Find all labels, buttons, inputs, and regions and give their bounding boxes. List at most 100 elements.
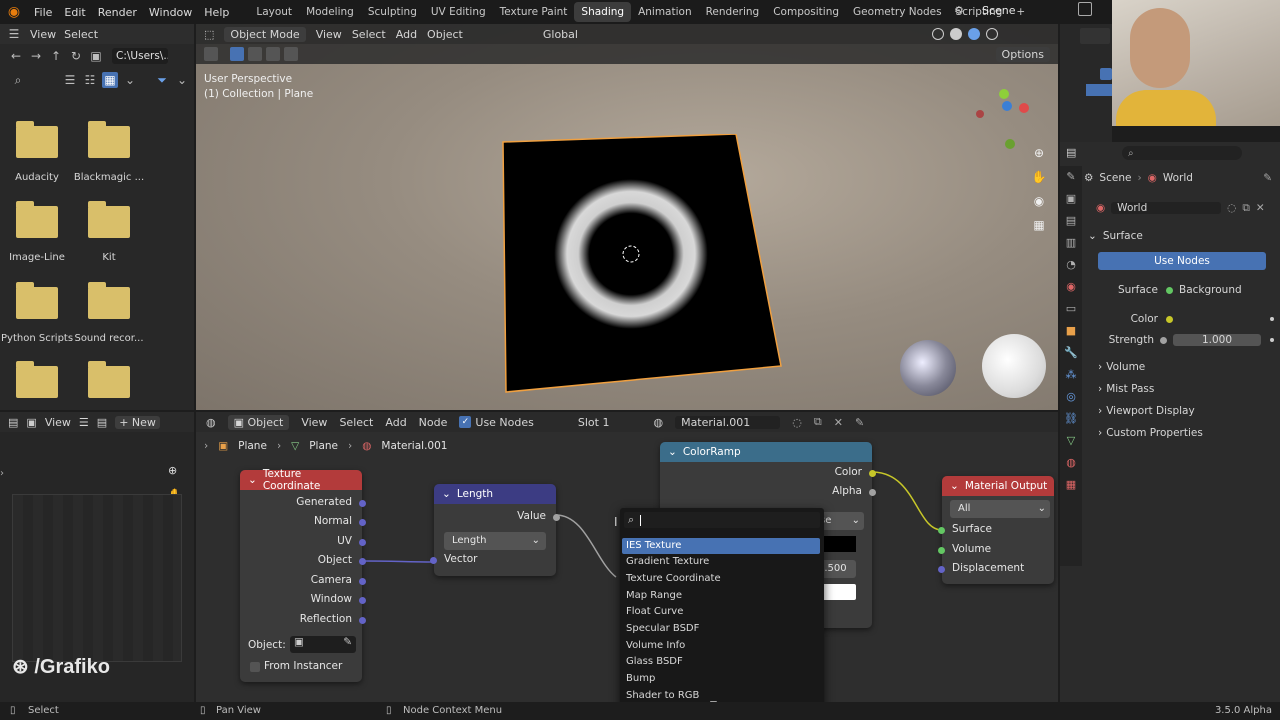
volume-panel-header[interactable]: › Volume (1084, 357, 1280, 377)
chevron-down-icon[interactable]: ⌄ (248, 474, 257, 486)
menu-file[interactable]: File (28, 6, 58, 19)
collection-tab-icon[interactable]: ▭ (1060, 298, 1082, 320)
outliner-selected-row[interactable] (1086, 84, 1112, 96)
3d-viewport[interactable]: ⬚ Object Mode View Select Add Object Glo… (196, 24, 1058, 410)
keyframe-dot-icon[interactable] (1270, 338, 1274, 342)
navigation-gizmo[interactable] (974, 80, 1034, 160)
search-result-gradient-texture[interactable]: Gradient Texture (622, 554, 820, 570)
socket-value[interactable] (553, 514, 560, 521)
color-socket-icon[interactable] (1166, 315, 1173, 323)
menu-render[interactable]: Render (92, 6, 143, 19)
zoom-icon[interactable]: ⊕ (168, 464, 177, 477)
folder-item[interactable]: Python Scripts (1, 282, 73, 344)
search-result-volume-info[interactable]: Volume Info (622, 638, 820, 654)
camera-view-icon[interactable]: ◉ (1030, 192, 1048, 210)
rendered-shading-icon[interactable] (986, 28, 998, 40)
search-input[interactable]: ⌕ (624, 512, 820, 528)
image-editor-icon[interactable]: ▣ (26, 416, 36, 429)
new-folder-icon[interactable]: ▣ (88, 48, 104, 64)
search-result-map-range[interactable]: Map Range (622, 588, 820, 604)
use-nodes-button[interactable]: Use Nodes (1098, 252, 1266, 270)
blender-logo-icon[interactable]: ◉ (0, 4, 28, 20)
custom-properties-panel-header[interactable]: › Custom Properties (1084, 423, 1280, 443)
constraints-tab-icon[interactable]: ⛓ (1060, 408, 1082, 430)
socket-window[interactable] (359, 597, 366, 604)
detail-view-icon[interactable]: ☷ (82, 72, 98, 88)
sort-icon[interactable]: ⌄ (122, 72, 138, 88)
socket-uv[interactable] (359, 539, 366, 546)
node-search-popup[interactable]: ⌕ IES Texture Gradient Texture Texture C… (620, 508, 824, 712)
scene-tab-icon[interactable]: ◔ (1060, 254, 1082, 276)
socket-vector[interactable] (430, 557, 437, 564)
fb-menu-view[interactable]: View (30, 28, 56, 41)
search-result-specular-bsdf[interactable]: Specular BSDF (622, 621, 820, 637)
view-layer-tab-icon[interactable]: ▥ (1060, 232, 1082, 254)
search-result-glass-bsdf[interactable]: Glass BSDF (622, 654, 820, 670)
modifier-tab-icon[interactable]: 🔧 (1060, 342, 1082, 364)
surface-panel-header[interactable]: ⌄ Surface (1084, 226, 1280, 246)
forward-icon[interactable]: → (28, 48, 44, 64)
texture-tab-icon[interactable]: ▦ (1060, 474, 1082, 496)
tool-tab-icon[interactable]: ✎ (1060, 166, 1082, 188)
tab-texture-paint[interactable]: Texture Paint (493, 2, 575, 22)
vp-menu-view[interactable]: View (316, 28, 342, 41)
node-header[interactable]: ⌄ Length (434, 484, 556, 504)
tab-sculpting[interactable]: Sculpting (361, 2, 424, 22)
socket-normal[interactable] (359, 519, 366, 526)
tab-geometry-nodes[interactable]: Geometry Nodes (846, 2, 949, 22)
plane-object[interactable] (496, 134, 796, 404)
node-header[interactable]: ⌄ Material Output (942, 476, 1054, 496)
data-tab-icon[interactable]: ▽ (1060, 430, 1082, 452)
folder-item[interactable] (73, 361, 145, 398)
scene-name[interactable]: Scene (982, 4, 1016, 17)
lp-menu-view[interactable]: View (45, 416, 71, 429)
socket-camera[interactable] (359, 578, 366, 585)
tab-modeling[interactable]: Modeling (299, 2, 361, 22)
output-tab-icon[interactable]: ▤ (1060, 210, 1082, 232)
toolbar-toggle-icon[interactable] (204, 47, 218, 61)
outliner-collection-icon[interactable] (1100, 68, 1112, 80)
grid-view-icon[interactable]: ▦ (1030, 216, 1048, 234)
solid-shading-icon[interactable] (950, 28, 962, 40)
select-subtract-icon[interactable] (266, 47, 280, 61)
socket-displacement[interactable] (938, 566, 945, 573)
particles-tab-icon[interactable]: ⁂ (1060, 364, 1082, 386)
world-browse-icon[interactable]: ◉ (1084, 202, 1105, 214)
folder-item[interactable] (1, 361, 73, 398)
fb-menu-select[interactable]: Select (64, 28, 98, 41)
folder-item[interactable]: Sound recor... (73, 282, 145, 344)
image-browse-icon[interactable]: ▤ (97, 416, 107, 429)
socket-volume[interactable] (938, 547, 945, 554)
object-mode-dropdown[interactable]: Object Mode (224, 26, 306, 42)
tab-animation[interactable]: Animation (631, 2, 699, 22)
pin-icon[interactable]: ✎ (1263, 172, 1272, 184)
object-picker-field[interactable]: ▣ ✎ (290, 636, 356, 653)
editor-type-icon[interactable]: ⬚ (204, 28, 214, 41)
parent-directory-icon[interactable]: ↑ (48, 48, 64, 64)
tab-rendering[interactable]: Rendering (699, 2, 767, 22)
chevron-down-icon[interactable]: ⌄ (950, 480, 959, 492)
folder-item[interactable]: Kit (73, 201, 145, 263)
refresh-icon[interactable]: ↻ (68, 48, 84, 64)
viewport-display-panel-header[interactable]: › Viewport Display (1084, 401, 1280, 421)
pan-hand-icon[interactable]: ✋ (1030, 168, 1048, 186)
image-canvas[interactable] (12, 494, 182, 662)
chevron-down-icon[interactable]: ⌄ (442, 488, 451, 500)
chevron-right-icon[interactable]: › (0, 468, 4, 479)
fake-user-icon[interactable]: ◌ (1227, 202, 1236, 214)
editor-type-icon[interactable]: ☰ (6, 26, 22, 42)
duplicate-icon[interactable]: ⧉ (1242, 202, 1250, 215)
search-icon[interactable]: ⌕ (10, 72, 26, 88)
vp-menu-add[interactable]: Add (396, 28, 417, 41)
search-result-bump[interactable]: Bump (622, 671, 820, 687)
select-invert-icon[interactable] (284, 47, 298, 61)
path-field[interactable]: C:\Users\... (112, 48, 168, 64)
socket-object[interactable] (359, 558, 366, 565)
tab-compositing[interactable]: Compositing (766, 2, 846, 22)
breadcrumb-world[interactable]: World (1163, 172, 1193, 184)
menu-edit[interactable]: Edit (58, 6, 91, 19)
keyframe-dot-icon[interactable] (1270, 317, 1274, 321)
search-result-texture-coordinate[interactable]: Texture Coordinate (622, 571, 820, 587)
unlink-icon[interactable]: ✕ (1256, 202, 1265, 214)
vp-menu-object[interactable]: Object (427, 28, 463, 41)
